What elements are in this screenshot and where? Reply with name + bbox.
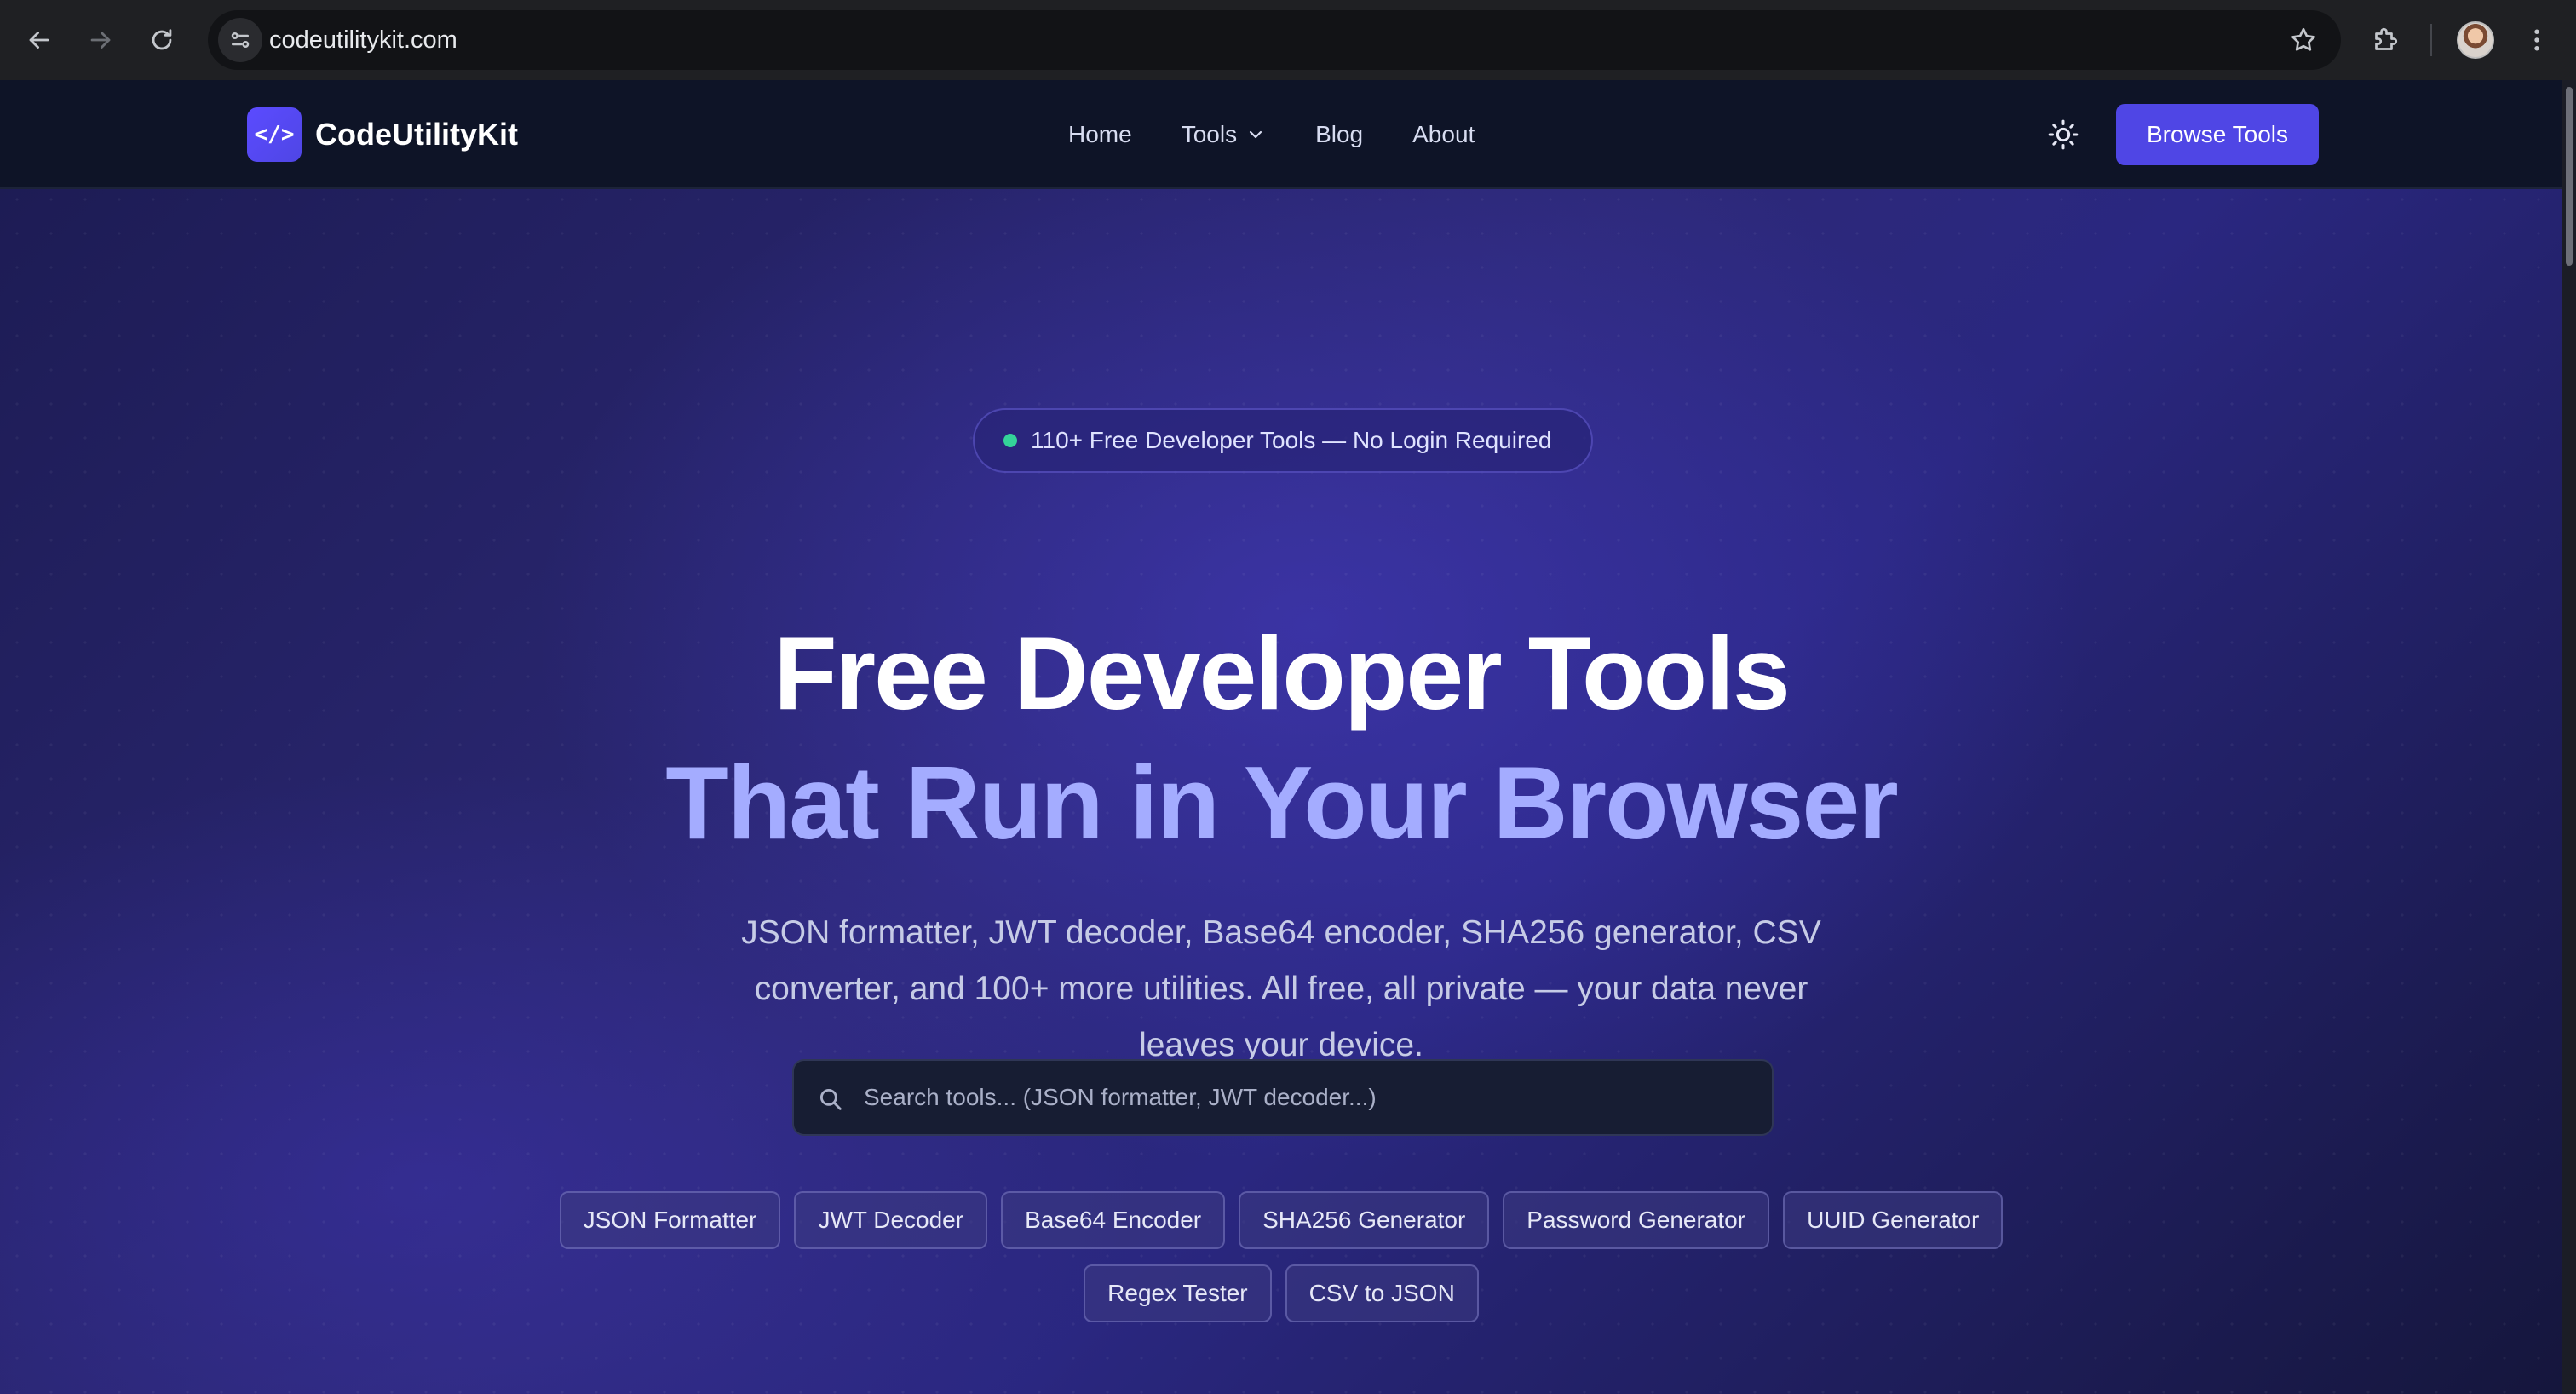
bookmark-button[interactable] — [2285, 21, 2322, 59]
hero-title: Free Developer Tools That Run in Your Br… — [0, 608, 2562, 867]
nav-tools-dropdown[interactable]: Tools — [1182, 107, 1266, 162]
tune-icon — [231, 32, 250, 49]
chip-json-formatter[interactable]: JSON Formatter — [559, 1191, 781, 1249]
extensions-button[interactable] — [2360, 14, 2411, 66]
nav-tools-label: Tools — [1181, 121, 1238, 147]
page-viewport: </> CodeUtilityKit Home Tools Blog About… — [0, 80, 2562, 1394]
reload-button[interactable] — [136, 14, 187, 66]
hero-title-line1: Free Developer Tools — [773, 615, 1791, 731]
chip-csv-to-json[interactable]: CSV to JSON — [1285, 1264, 1479, 1322]
kebab-icon — [2534, 29, 2539, 51]
chevron-down-icon — [1249, 130, 1262, 139]
star-icon — [2291, 27, 2315, 51]
reload-icon — [152, 29, 172, 50]
toolbar-divider — [2430, 24, 2432, 56]
arrow-left-icon — [29, 32, 49, 49]
site-header: </> CodeUtilityKit Home Tools Blog About… — [0, 80, 2562, 189]
main-nav: Home Tools Blog About — [1068, 107, 1524, 162]
hero-badge-text: 110+ Free Developer Tools — No Login Req… — [1031, 427, 1552, 453]
back-button[interactable] — [14, 14, 65, 66]
avatar[interactable] — [2457, 21, 2494, 59]
popular-tools-row-2: Regex Tester CSV to JSON — [0, 1264, 2562, 1322]
nav-about-label: About — [1412, 121, 1475, 147]
chip-sha256-generator[interactable]: SHA256 Generator — [1239, 1191, 1490, 1249]
chip-password-generator[interactable]: Password Generator — [1503, 1191, 1770, 1249]
nav-about[interactable]: About — [1412, 107, 1475, 162]
logo-text[interactable]: CodeUtilityKit — [315, 107, 518, 162]
arrow-right-icon — [90, 32, 111, 49]
chip-jwt-decoder[interactable]: JWT Decoder — [794, 1191, 988, 1249]
tool-search — [792, 1059, 1774, 1136]
logo-icon[interactable]: </> — [247, 107, 302, 162]
page-scrollbar[interactable] — [2562, 80, 2576, 1394]
browser-menu-button[interactable] — [2511, 14, 2562, 66]
search-input[interactable] — [864, 1061, 1750, 1134]
url-text[interactable]: codeutilitykit.com — [269, 10, 457, 70]
puzzle-icon — [2375, 27, 2398, 50]
status-dot — [1003, 434, 1017, 447]
chip-base64-encoder[interactable]: Base64 Encoder — [1001, 1191, 1226, 1249]
scrollbar-thumb[interactable] — [2566, 87, 2573, 266]
chip-uuid-generator[interactable]: UUID Generator — [1783, 1191, 2004, 1249]
browse-tools-button[interactable]: Browse Tools — [2116, 104, 2319, 165]
hero-subtitle: JSON formatter, JWT decoder, Base64 enco… — [741, 914, 1821, 1063]
sun-icon — [2048, 119, 2079, 150]
theme-toggle-button[interactable] — [2043, 114, 2084, 155]
forward-button[interactable] — [75, 14, 126, 66]
nav-blog-label: Blog — [1315, 121, 1364, 147]
site-info-button[interactable] — [218, 18, 262, 62]
hero-title-line2: That Run in Your Browser — [665, 745, 1899, 861]
nav-home-label: Home — [1068, 121, 1132, 147]
chip-regex-tester[interactable]: Regex Tester — [1084, 1264, 1272, 1322]
address-bar[interactable]: codeutilitykit.com — [208, 10, 2341, 70]
popular-tools-row-1: JSON Formatter JWT Decoder Base64 Encode… — [0, 1191, 2562, 1249]
search-icon — [819, 1088, 842, 1110]
nav-blog[interactable]: Blog — [1315, 107, 1363, 162]
hero-badge: 110+ Free Developer Tools — No Login Req… — [973, 408, 1593, 473]
nav-home[interactable]: Home — [1068, 107, 1132, 162]
browser-toolbar: codeutilitykit.com — [0, 0, 2576, 80]
